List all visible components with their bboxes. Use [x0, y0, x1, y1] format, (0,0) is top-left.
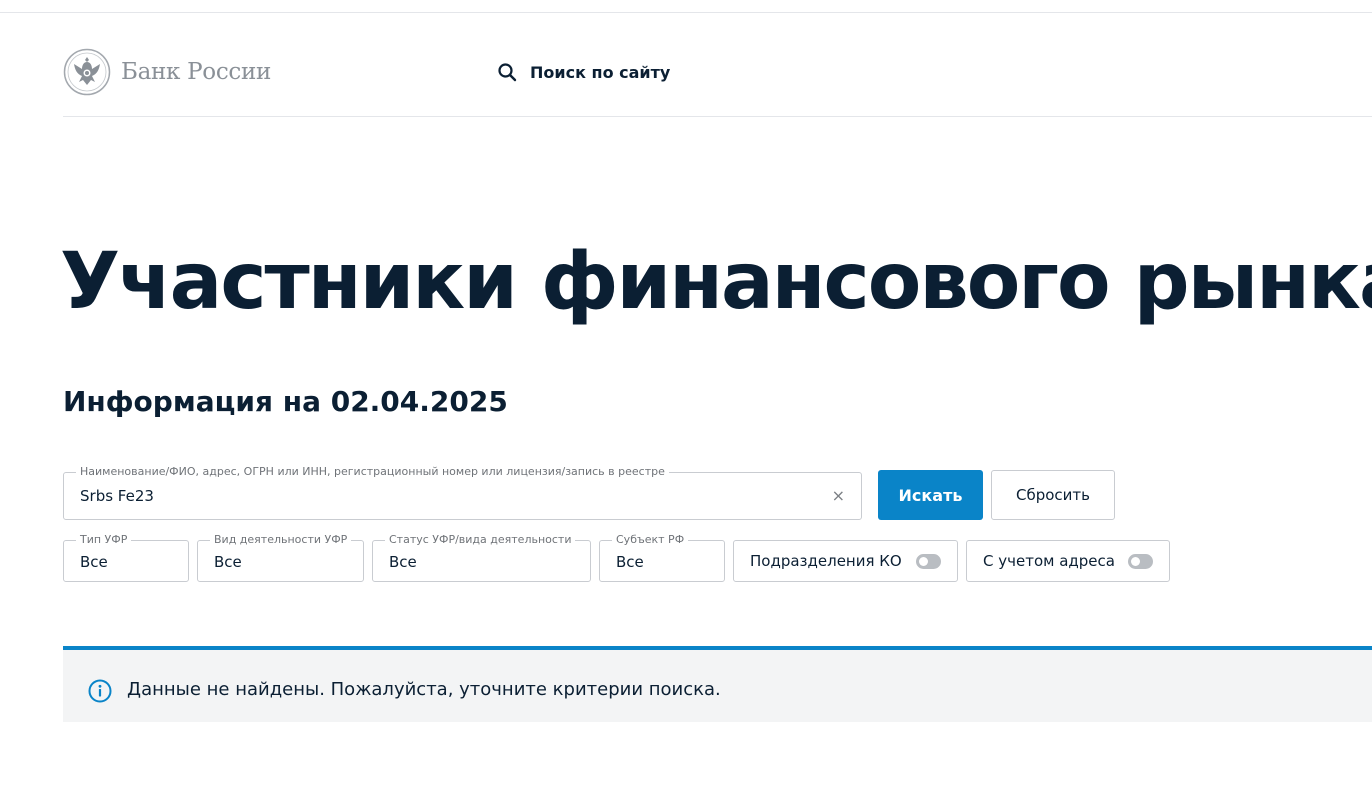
- search-icon: [498, 63, 517, 82]
- filter-ufr-type[interactable]: Тип УФР Все: [63, 533, 189, 582]
- filter-value: Все: [616, 553, 644, 571]
- page-title: Участники финансового рынка: [60, 237, 1372, 327]
- filter-label: Вид деятельности УФР: [210, 533, 352, 547]
- filter-label: Тип УФР: [76, 533, 132, 547]
- toggle-label: Подразделения КО: [750, 552, 902, 570]
- eagle-emblem-icon: [63, 48, 111, 96]
- filter-label: Статус УФР/вида деятельности: [385, 533, 576, 547]
- logo-text: Банк России: [121, 59, 272, 85]
- site-search-link[interactable]: Поиск по сайту: [497, 62, 670, 82]
- toggle-switch[interactable]: [1128, 554, 1153, 569]
- filter-label: Субъект РФ: [612, 533, 689, 547]
- filter-value: Все: [80, 553, 108, 571]
- info-date-heading: Информация на 02.04.2025: [63, 385, 508, 418]
- registry-search-value: Srbs Fe23: [80, 487, 154, 505]
- reset-button[interactable]: Сбросить: [991, 470, 1115, 520]
- site-header: Банк России Поиск по сайту: [63, 48, 1372, 98]
- site-search-label: Поиск по сайту: [530, 62, 671, 82]
- notice-text: Данные не найдены. Пожалуйста, уточните …: [127, 679, 721, 700]
- filter-region[interactable]: Субъект РФ Все: [599, 533, 725, 582]
- filter-value: Все: [389, 553, 417, 571]
- info-icon: [88, 679, 112, 703]
- filter-ufr-status[interactable]: Статус УФР/вида деятельности Все: [372, 533, 591, 582]
- filter-ufr-activity[interactable]: Вид деятельности УФР Все: [197, 533, 364, 582]
- registry-search-input[interactable]: Наименование/ФИО, адрес, ОГРН или ИНН, р…: [63, 465, 862, 520]
- toggle-switch[interactable]: [916, 554, 941, 569]
- header-divider: [63, 116, 1372, 117]
- toggle-label: С учетом адреса: [983, 552, 1115, 570]
- toggle-ko-branches[interactable]: Подразделения КО: [733, 540, 958, 582]
- clear-input-icon[interactable]: ×: [832, 486, 845, 505]
- top-divider: [0, 12, 1372, 13]
- no-results-notice: Данные не найдены. Пожалуйста, уточните …: [63, 646, 1372, 722]
- search-button[interactable]: Искать: [878, 470, 983, 520]
- toggle-with-address[interactable]: С учетом адреса: [966, 540, 1170, 582]
- registry-search-label: Наименование/ФИО, адрес, ОГРН или ИНН, р…: [76, 465, 669, 479]
- filter-value: Все: [214, 553, 242, 571]
- bank-logo[interactable]: Банк России: [63, 48, 271, 96]
